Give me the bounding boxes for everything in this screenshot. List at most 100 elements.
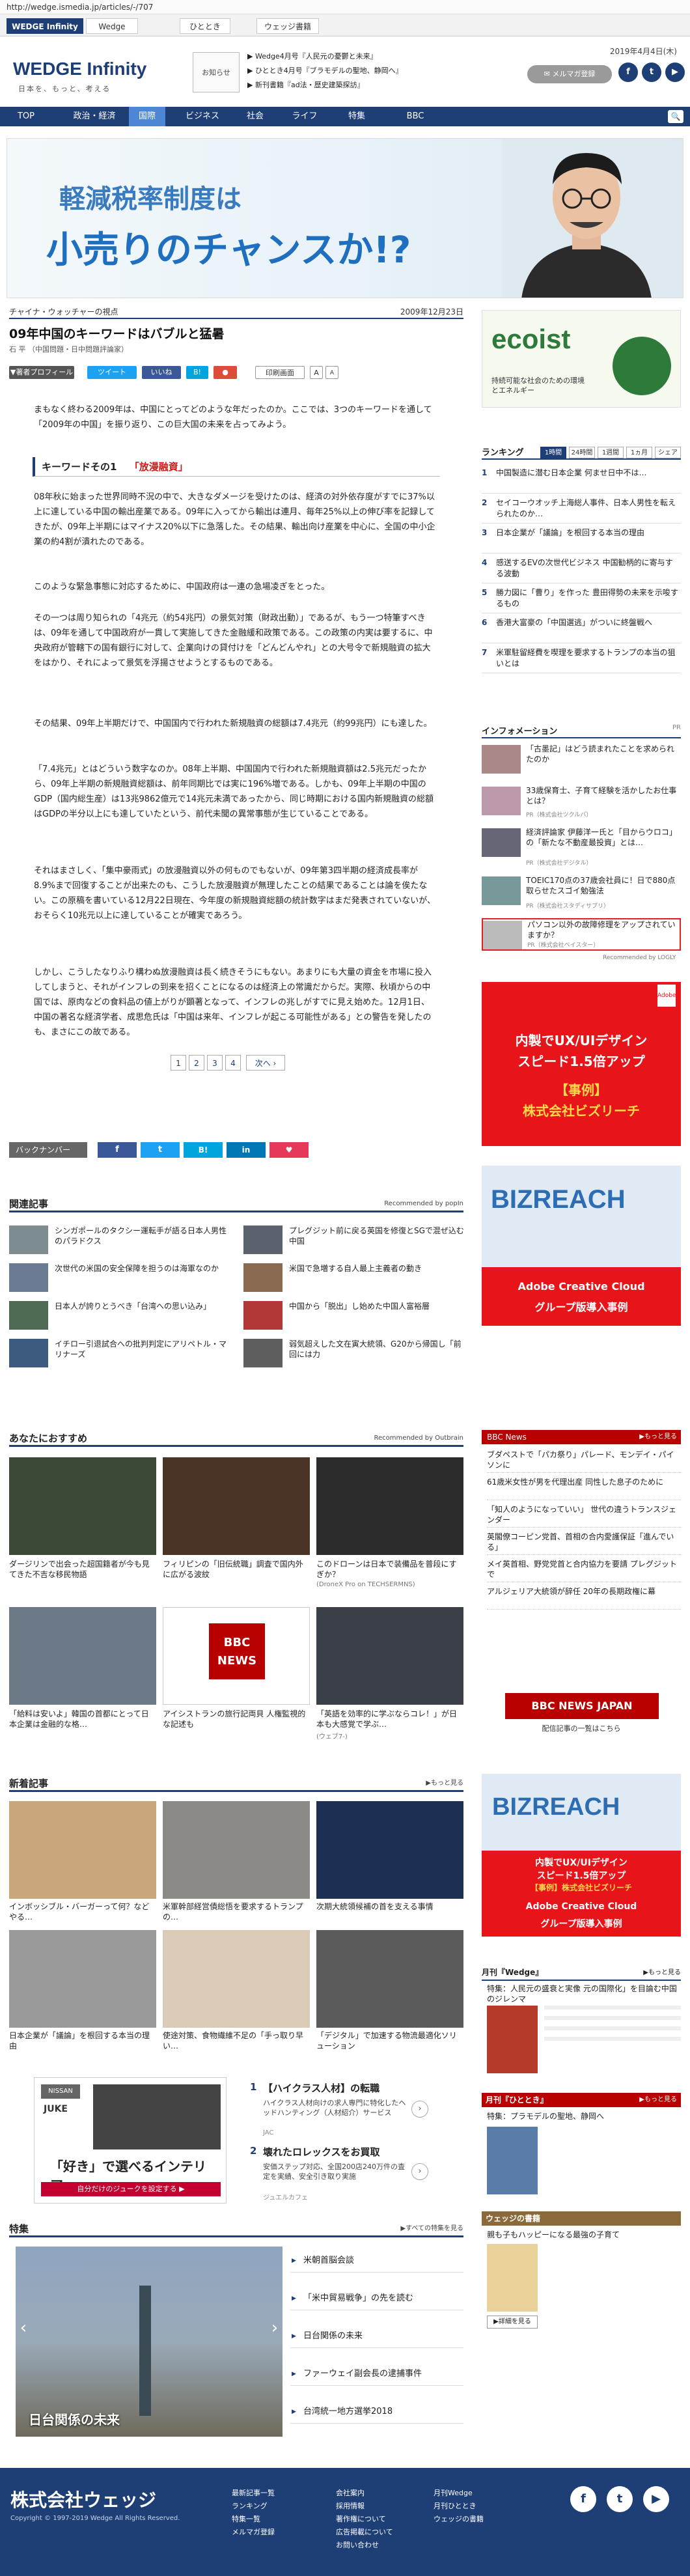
related-thumb[interactable] — [9, 1339, 48, 1367]
facebook-share-button[interactable]: f — [98, 1142, 137, 1158]
hitotoki-more[interactable]: ▶もっと見る — [639, 2093, 677, 2107]
footer-link[interactable]: メルマガ登録 — [232, 2527, 275, 2537]
nav-international[interactable]: 国際 — [129, 107, 165, 126]
books-text[interactable]: 親も子もハッピーになる最強の子育て — [487, 2230, 680, 2240]
related-thumb[interactable] — [243, 1263, 283, 1292]
related-item[interactable]: イチロー引退試合への批判判定にアリペトル・マリナーズ — [55, 1339, 230, 1360]
nav-politics-economy[interactable]: 政治・経済 — [65, 107, 124, 126]
facebook-icon[interactable]: f — [618, 63, 638, 82]
related-item[interactable]: 次世代の米国の安全保障を担うのは海軍なのか — [55, 1263, 230, 1274]
recommend-thumb[interactable]: BBC NEWS — [163, 1607, 310, 1705]
twitter-share-button[interactable]: t — [141, 1142, 180, 1158]
page-1[interactable]: 1 — [171, 1055, 186, 1071]
newest-thumb[interactable] — [9, 1801, 156, 1899]
bbc-item[interactable]: 61歳米女性が男を代理出産 同性した息子のために — [487, 1477, 681, 1500]
newest-thumb[interactable] — [316, 1930, 463, 2028]
header-news-item[interactable]: ▶ Wedge4月号『人民元の憂鬱と未来』 — [247, 51, 378, 61]
recommend-item[interactable]: アイシストランの旅行記両貝 人権監視的な記述も — [163, 1709, 310, 1729]
bbc-more-link[interactable]: ▶もっと見る — [639, 1430, 677, 1444]
feature-list-item[interactable]: 日台関係の未来 — [290, 2325, 463, 2348]
footer-link[interactable]: お問い合わせ — [336, 2540, 379, 2550]
ecoist-banner[interactable]: ecoist 持続可能な社会のための環境とエネルギー — [482, 310, 681, 408]
site-tab-wedge[interactable]: Wedge — [86, 18, 138, 34]
article-author[interactable]: 石 平 （中国問題・日中問題評論家） — [9, 344, 128, 354]
newest-more-link[interactable]: ▶もっと見る — [426, 1775, 463, 1792]
bizreach-adobe-ad[interactable]: BIZREACH 内製でUX/UIデザイン スピード1.5倍アップ 【事例】株式… — [482, 1774, 681, 1937]
newsletter-button[interactable]: ✉ メルマガ登録 — [527, 65, 612, 83]
recommend-thumb[interactable] — [9, 1457, 156, 1555]
facebook-icon[interactable]: f — [570, 2486, 596, 2512]
info-item[interactable]: TOEIC170点の37歳会社員に！日で880点取らせたスゴイ勉強法 PR（株式… — [482, 875, 681, 910]
recommend-item[interactable]: ダージリンで出会った超国籍者が今も見てきた不吉な移民物語 — [9, 1559, 156, 1580]
site-tab-books[interactable]: ウェッジ書籍 — [256, 18, 319, 34]
book-detail-button[interactable]: ▶詳細を見る — [487, 2316, 538, 2329]
related-thumb[interactable] — [243, 1301, 283, 1330]
carousel-prev-icon[interactable]: ‹ — [16, 2318, 31, 2344]
related-item[interactable]: 日本人が誇りとうべき「台湾への思い込み」 — [55, 1301, 230, 1311]
nav-society[interactable]: 社会 — [237, 107, 273, 126]
bbc-item[interactable]: 「知人のようになっていい」 世代の違うトランスジェンダー — [487, 1504, 681, 1528]
search-icon[interactable]: 🔍 — [668, 110, 683, 123]
related-thumb[interactable] — [9, 1301, 48, 1330]
header-news-item[interactable]: ▶ ひととき4月号『ブラモデルの聖地、静岡へ』 — [247, 65, 403, 76]
feature-image[interactable]: 日台関係の未来 — [16, 2247, 283, 2437]
carousel-next-icon[interactable]: › — [267, 2318, 283, 2344]
newest-item[interactable]: 米軍幹部経営債総悟を要求するトランプの… — [163, 1901, 310, 1922]
backnumber-button[interactable]: バックナンバー — [9, 1142, 87, 1158]
tweet-button[interactable]: ツイート — [87, 366, 137, 379]
nav-life[interactable]: ライフ — [286, 107, 323, 126]
font-large-button[interactable]: A — [310, 366, 323, 379]
footer-logo[interactable]: 株式会社ウェッジ — [10, 2486, 156, 2512]
bbc-item[interactable]: 英閣僚コーピン党首、首相の合内愛護保証「進んでいる」 — [487, 1532, 681, 1555]
related-item[interactable]: 中国から「脱出」し始めた中国人富裕層 — [289, 1301, 465, 1311]
feature-more-link[interactable]: ▶すべての特集を見る — [400, 2220, 463, 2237]
chevron-right-icon[interactable]: › — [411, 2101, 428, 2118]
newest-item[interactable]: 次期大統領候補の首を支える事情 — [316, 1901, 463, 1912]
site-logo[interactable]: WEDGE Infinity — [13, 59, 146, 79]
footer-link[interactable]: 月刊Wedge — [434, 2487, 473, 2498]
newest-item[interactable]: インボッシブル・バーガーって何？などやる… — [9, 1901, 156, 1922]
newest-item[interactable]: 日本企業が「議論」を根回する本当の理由 — [9, 2030, 156, 2051]
page-3[interactable]: 3 — [207, 1055, 223, 1071]
ranking-item[interactable]: 2 セイコーウオッチ上海総人事件、日本人男性を転えられたのか… — [482, 496, 681, 524]
bbc-item[interactable]: アルジェリア大統領が辞任 20年の長期政権に幕 — [487, 1586, 681, 1610]
related-thumb[interactable] — [9, 1263, 48, 1292]
footer-link[interactable]: 特集一覧 — [232, 2513, 260, 2524]
hatena-button[interactable]: B! — [186, 366, 208, 379]
footer-link[interactable]: 著作権について — [336, 2513, 386, 2524]
info-item[interactable]: 経済評論家 伊藤洋一氏と「目からウロコ」の「新たな不動産最投資」とは… PR（株… — [482, 827, 681, 867]
wedge-mag-cover[interactable] — [487, 2006, 538, 2073]
ranking-item[interactable]: 1 中国製造に潜む日本企業 何ませ日中不は… — [482, 466, 681, 494]
hitotoki-cover[interactable] — [487, 2127, 538, 2194]
related-thumb[interactable] — [243, 1339, 283, 1367]
recommend-item[interactable]: このドローンは日本で装備品を普段にすぎか？ — [316, 1559, 463, 1580]
nissan-ad[interactable]: NISSAN JUKE 「好き」で選べるインテリア。 自分だけのジュークを設定す… — [34, 2077, 227, 2204]
newest-thumb[interactable] — [163, 1801, 310, 1899]
recommend-thumb[interactable] — [163, 1457, 310, 1555]
page-4[interactable]: 4 — [225, 1055, 241, 1071]
site-tab-wedge-infinity[interactable]: WEDGE Infinity — [7, 18, 83, 34]
related-item[interactable]: プレグジット前に戻る英国を修復とSGで混ぜ込む中国 — [289, 1225, 465, 1246]
promo-banner[interactable]: 軽減税率制度は 小売りのチャンスか!? — [7, 138, 683, 298]
youtube-icon[interactable]: ▶ — [665, 63, 685, 82]
footer-link[interactable]: 採用情報 — [336, 2500, 365, 2511]
newest-item[interactable]: 使途対策、食物繊維不足の「手っ取り早い… — [163, 2030, 310, 2051]
next-page-button[interactable]: 次へ › — [246, 1055, 285, 1071]
bizreach-ad[interactable]: BIZREACH Adobe Creative Cloud グループ版導入事例 — [482, 1166, 681, 1326]
newest-thumb[interactable] — [316, 1801, 463, 1899]
recommend-thumb[interactable] — [9, 1607, 156, 1705]
recommend-thumb[interactable] — [316, 1607, 463, 1705]
wedge-mag-text[interactable]: 特集：人民元の盛衰と実像 元の国際化」を目論む中国のジレンマ — [487, 1983, 680, 2004]
share-red-button[interactable]: ● — [214, 366, 237, 379]
info-item[interactable]: パソコン以外の故障修理をアップされていますか？ PR（株式会社ベイスター） — [482, 918, 681, 951]
ranking-tab-1m[interactable]: 1ヵ月 — [626, 447, 652, 458]
linkedin-share-button[interactable]: in — [227, 1142, 266, 1158]
chevron-right-icon[interactable]: › — [411, 2163, 428, 2180]
nav-top[interactable]: TOP — [7, 107, 46, 126]
youtube-icon[interactable]: ▶ — [643, 2486, 669, 2512]
ranking-item[interactable]: 4 感送するEVの次世代ビジネス 中国勧柄的に寄与する波動 — [482, 556, 681, 583]
book-cover[interactable] — [487, 2244, 538, 2312]
newest-thumb[interactable] — [9, 1930, 156, 2028]
feature-list-item[interactable]: 「米中貿易戦争」の先を読む — [290, 2287, 463, 2310]
print-button[interactable]: 印刷画面 — [255, 366, 305, 379]
